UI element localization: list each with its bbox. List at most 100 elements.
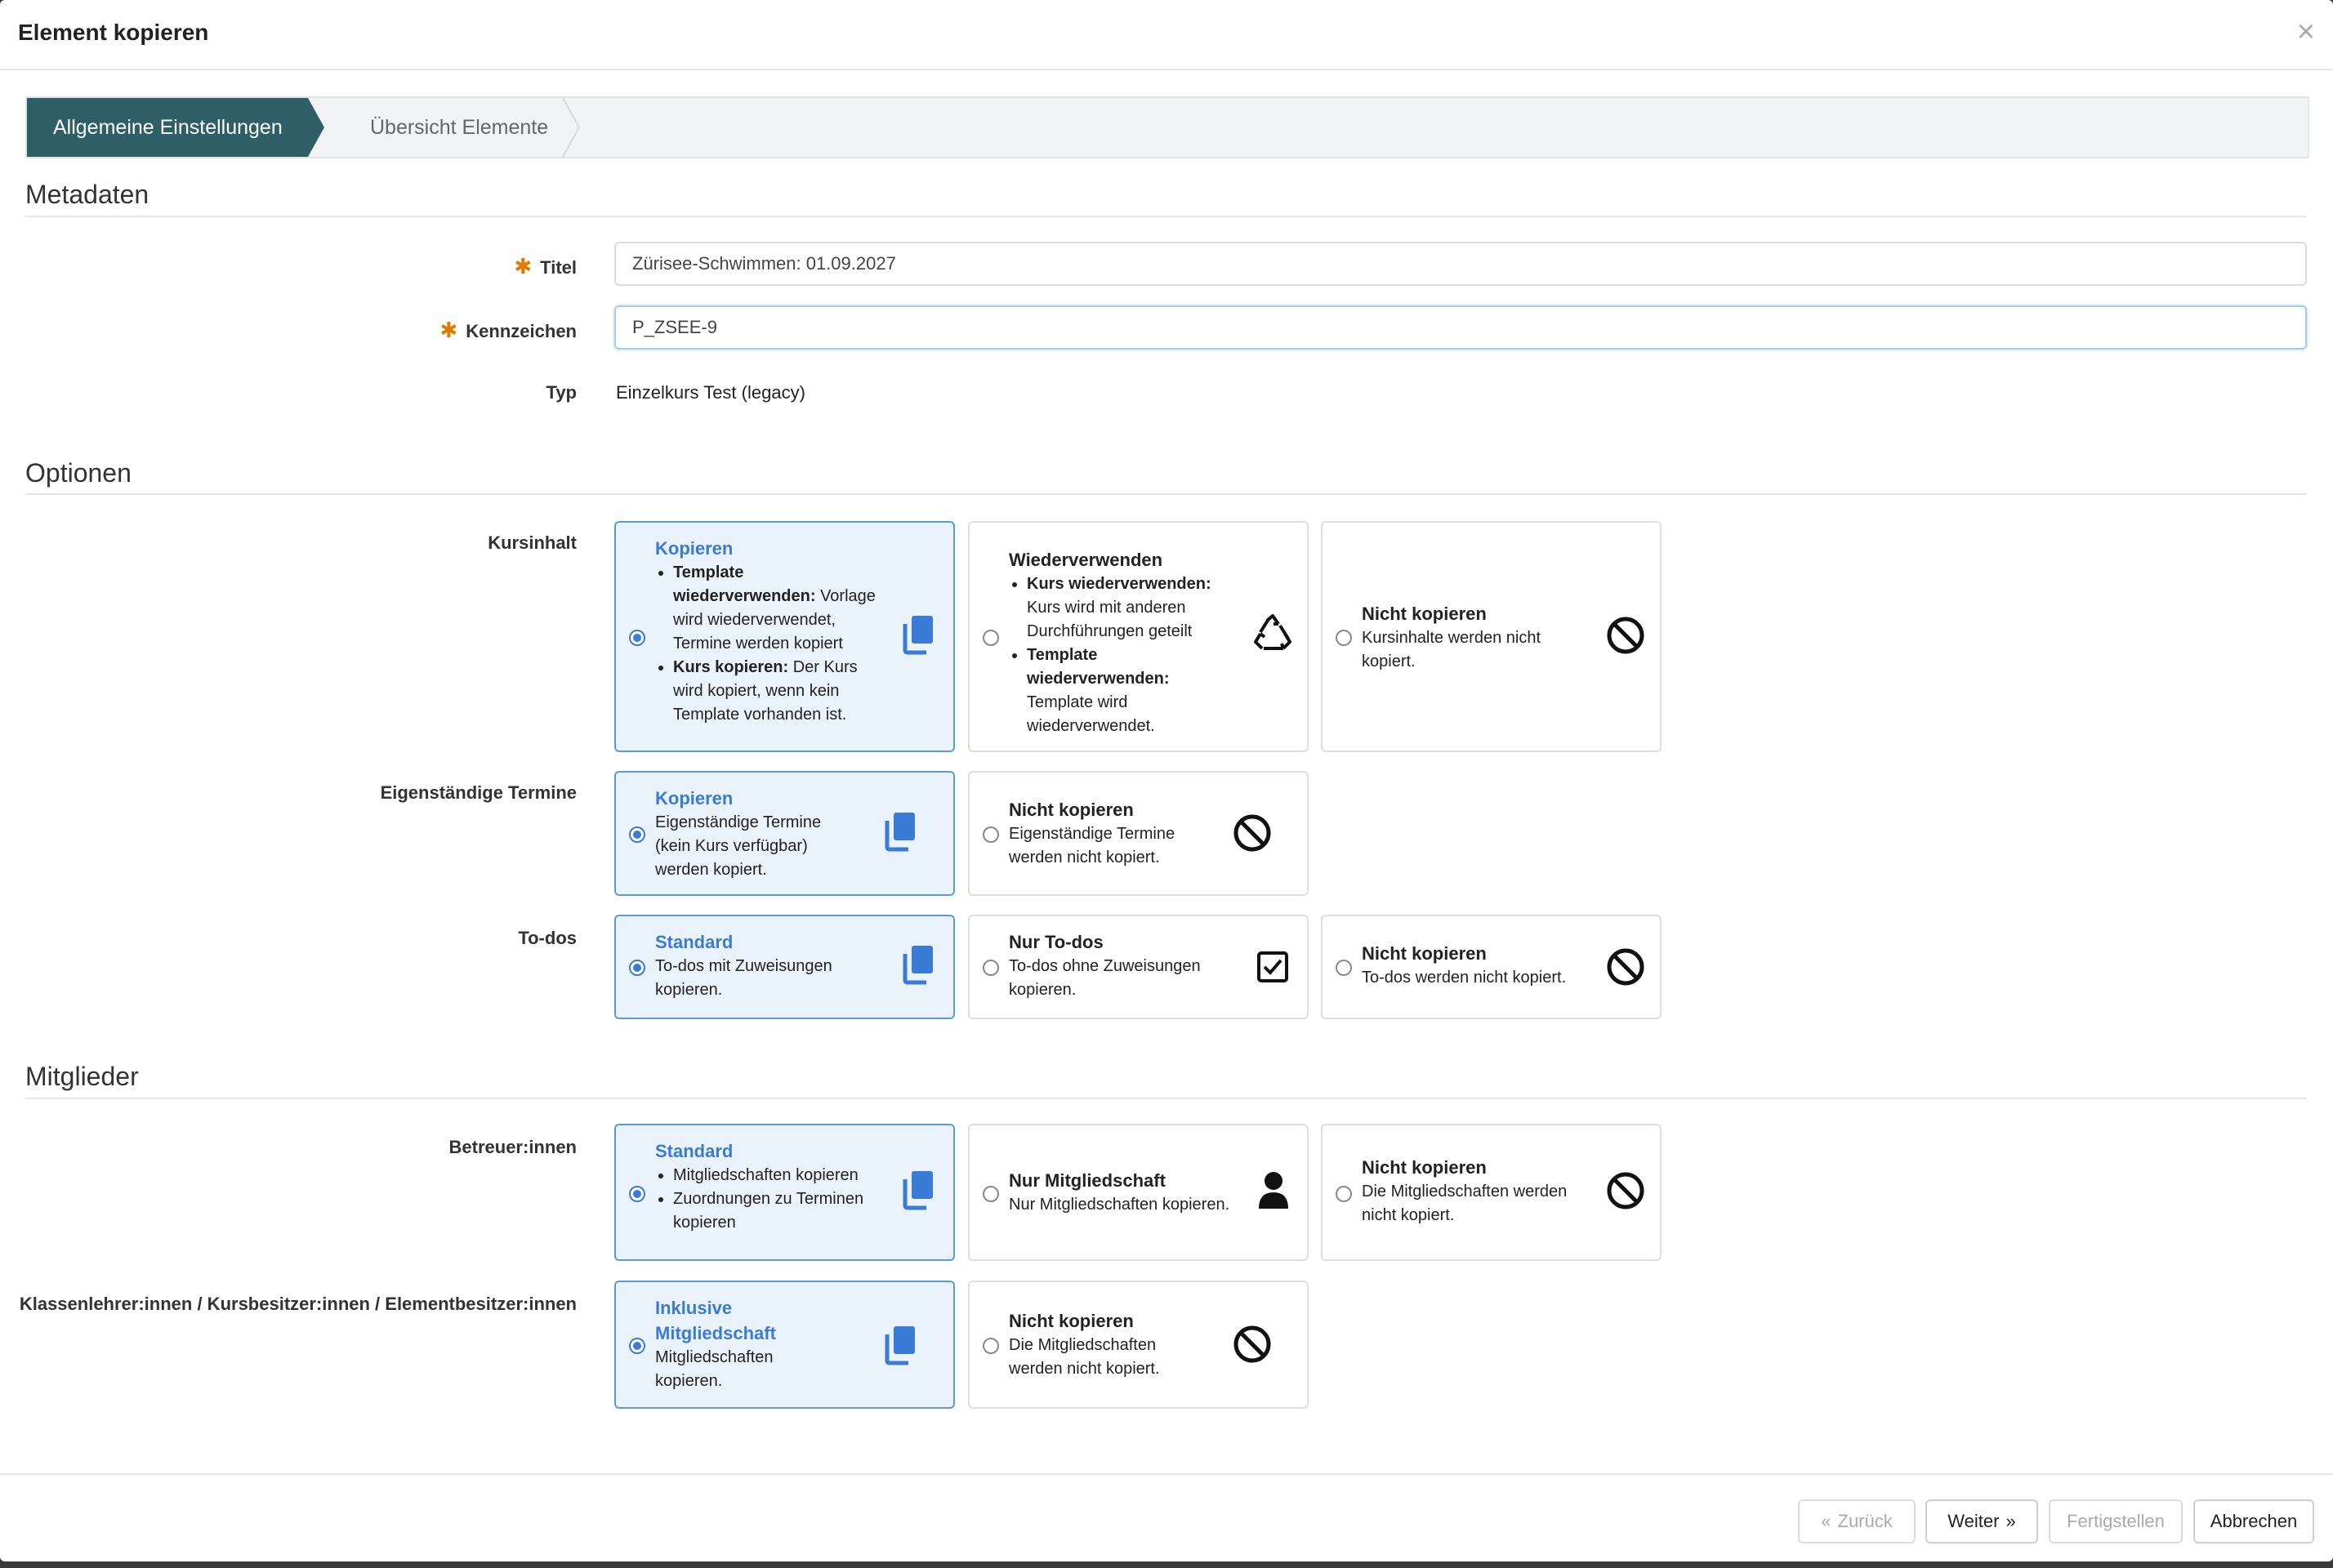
option-title: Kopieren xyxy=(655,538,734,559)
option-title: Nicht kopieren xyxy=(1362,943,1487,964)
owners-include-membership-option[interactable]: Inklusive Mitgliedschaft Mitgliedschafte… xyxy=(614,1281,955,1409)
code-input[interactable] xyxy=(614,305,2307,350)
step-arrow xyxy=(308,98,324,157)
finish-button[interactable]: Fertigstellen xyxy=(2049,1499,2183,1544)
radio-button[interactable] xyxy=(629,630,645,646)
option-bullet: Kurs kopieren: Der Kurs wird kopiert, we… xyxy=(673,656,876,727)
supervisors-standard-option[interactable]: Standard Mitgliedschaften kopieren Zuord… xyxy=(614,1124,955,1261)
appointments-copy-option[interactable]: Kopieren Eigenständige Termine (kein Kur… xyxy=(614,771,955,896)
ban-icon xyxy=(1233,1325,1271,1363)
cancel-button[interactable]: Abbrechen xyxy=(2193,1499,2314,1544)
step-overview-elements[interactable]: Übersicht Elemente xyxy=(324,98,561,157)
option-title: Wiederverwenden xyxy=(1009,550,1163,570)
supervisors-membership-only-option[interactable]: Nur Mitgliedschaft Nur Mitgliedschaften … xyxy=(968,1124,1309,1261)
title-input[interactable] xyxy=(614,242,2307,286)
type-label: Typ xyxy=(546,382,577,403)
option-title: Standard xyxy=(655,1141,734,1161)
double-chevron-left-icon: « xyxy=(1821,1511,1831,1531)
option-description: To-dos mit Zuweisungen kopieren. xyxy=(655,957,832,999)
option-title: Nicht kopieren xyxy=(1362,604,1487,624)
radio-button[interactable] xyxy=(983,1338,999,1354)
owners-label: Klassenlehrer:innen / Kursbesitzer:innen… xyxy=(19,1294,577,1314)
course-content-label: Kursinhalt xyxy=(488,532,577,553)
recycle-icon xyxy=(1254,614,1291,650)
section-metadata: Metadaten xyxy=(25,180,149,209)
copy-icon xyxy=(885,813,915,852)
supervisors-label: Betreuer:innen xyxy=(448,1137,577,1157)
section-members: Mitglieder xyxy=(25,1062,139,1091)
todos-only-option[interactable]: Nur To-dos To-dos ohne Zuweisungen kopie… xyxy=(968,915,1309,1019)
radio-button[interactable] xyxy=(629,960,645,976)
section-options: Optionen xyxy=(25,458,132,488)
radio-button[interactable] xyxy=(983,960,999,976)
option-description: Eigenständige Termine (kein Kurs verfügb… xyxy=(655,813,822,879)
option-description: Mitgliedschaften kopieren. xyxy=(655,1348,774,1390)
option-title: Nicht kopieren xyxy=(1009,800,1134,820)
radio-button[interactable] xyxy=(983,826,999,843)
option-bullet: Template wiederverwenden: Template wird … xyxy=(1027,644,1229,738)
radio-button[interactable] xyxy=(1336,1186,1352,1202)
todos-standard-option[interactable]: Standard To-dos mit Zuweisungen kopieren… xyxy=(614,915,955,1019)
option-title: Inklusive Mitgliedschaft xyxy=(655,1298,776,1343)
option-bullet: Template wiederverwenden: Vorlage wird w… xyxy=(673,561,876,656)
option-description: Nur Mitgliedschaften kopieren. xyxy=(1009,1196,1230,1214)
option-title: Kopieren xyxy=(655,788,734,808)
radio-button[interactable] xyxy=(629,1186,645,1202)
user-icon xyxy=(1259,1172,1288,1209)
ban-icon xyxy=(1607,617,1644,654)
ban-icon xyxy=(1233,814,1271,852)
course-content-copy-option[interactable]: Kopieren Template wiederverwenden: Vorla… xyxy=(614,521,955,752)
option-description: Eigenständige Termine werden nicht kopie… xyxy=(1009,825,1175,866)
step-arrow xyxy=(562,98,581,157)
dialog-header: Element kopieren × xyxy=(0,0,2333,70)
copy-icon xyxy=(903,946,933,985)
option-title: Standard xyxy=(655,932,734,952)
checkbox-checked-icon xyxy=(1257,951,1288,982)
course-content-none-option[interactable]: Nicht kopieren Kursinhalte werden nicht … xyxy=(1321,521,1662,752)
option-bullet: Zuordnungen zu Terminen kopieren xyxy=(673,1187,876,1235)
section-divider xyxy=(25,493,2306,495)
radio-button[interactable] xyxy=(983,1186,999,1202)
next-button[interactable]: Weiter» xyxy=(1925,1499,2038,1544)
option-title: Nur Mitgliedschaft xyxy=(1009,1170,1166,1191)
owners-none-option[interactable]: Nicht kopieren Die Mitgliedschaften werd… xyxy=(968,1281,1309,1409)
course-content-reuse-option[interactable]: Wiederverwenden Kurs wiederverwenden: Ku… xyxy=(968,521,1309,752)
required-icon: ✱ xyxy=(514,254,533,278)
section-divider xyxy=(25,216,2306,217)
code-label: ✱ Kennzeichen xyxy=(439,318,578,342)
own-appointments-label: Eigenständige Termine xyxy=(380,782,577,803)
option-description: Die Mitgliedschaften werden nicht kopier… xyxy=(1009,1336,1160,1378)
todos-none-option[interactable]: Nicht kopieren To-dos werden nicht kopie… xyxy=(1321,915,1662,1019)
option-title: Nur To-dos xyxy=(1009,932,1104,952)
ban-icon xyxy=(1607,948,1644,986)
radio-button[interactable] xyxy=(629,826,645,843)
option-bullet: Kurs wiederverwenden: Kurs wird mit ande… xyxy=(1027,572,1229,644)
option-description: To-dos werden nicht kopiert. xyxy=(1362,969,1567,987)
double-chevron-right-icon: » xyxy=(2005,1511,2016,1531)
option-description: To-dos ohne Zuweisungen kopieren. xyxy=(1009,957,1201,999)
required-icon: ✱ xyxy=(439,318,458,342)
copy-icon xyxy=(903,1171,933,1210)
option-description: Die Mitgliedschaften werden nicht kopier… xyxy=(1362,1183,1568,1224)
radio-button[interactable] xyxy=(629,1338,645,1354)
copy-icon xyxy=(885,1326,915,1365)
option-title: Nicht kopieren xyxy=(1362,1157,1487,1178)
radio-button[interactable] xyxy=(983,630,999,646)
dialog-footer: «Zurück Weiter» Fertigstellen Abbrechen xyxy=(0,1473,2333,1561)
wizard-steps: Allgemeine Einstellungen Übersicht Eleme… xyxy=(25,96,2309,158)
back-button[interactable]: «Zurück xyxy=(1798,1499,1916,1544)
section-divider xyxy=(25,1098,2306,1099)
todos-label: To-dos xyxy=(518,928,577,948)
supervisors-none-option[interactable]: Nicht kopieren Die Mitgliedschaften werd… xyxy=(1321,1124,1662,1261)
appointments-none-option[interactable]: Nicht kopieren Eigenständige Termine wer… xyxy=(968,771,1309,896)
copy-icon xyxy=(903,616,933,655)
radio-button[interactable] xyxy=(1336,960,1352,976)
option-description: Kursinhalte werden nicht kopiert. xyxy=(1362,629,1541,670)
type-value: Einzelkurs Test (legacy) xyxy=(616,382,805,403)
option-bullet: Mitgliedschaften kopieren xyxy=(673,1164,876,1187)
dialog-title: Element kopieren xyxy=(18,20,209,45)
step-general-settings[interactable]: Allgemeine Einstellungen xyxy=(27,98,308,157)
radio-button[interactable] xyxy=(1336,630,1352,646)
close-icon[interactable]: × xyxy=(2297,16,2315,47)
copy-element-dialog: Element kopieren × Allgemeine Einstellun… xyxy=(0,0,2333,1561)
